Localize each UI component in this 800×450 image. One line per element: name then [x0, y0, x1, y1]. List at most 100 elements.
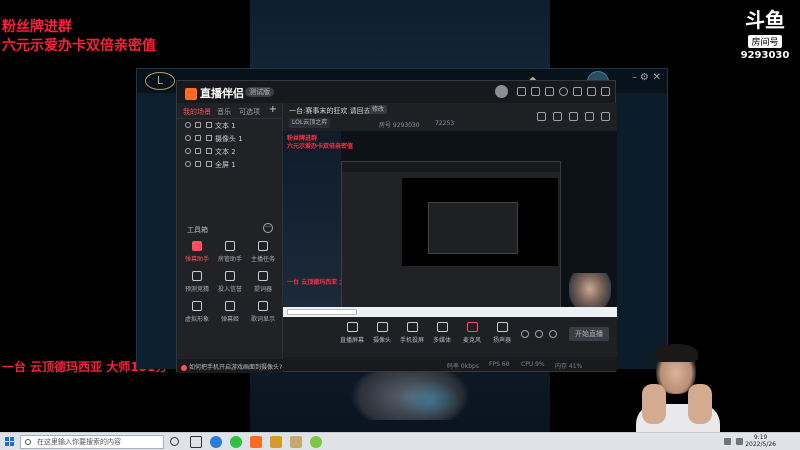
category-tag[interactable]: LOL云顶之弈: [289, 118, 331, 128]
widgets-icon[interactable]: [190, 436, 202, 448]
app-logo-icon: [185, 88, 197, 100]
tab-options[interactable]: 可选项: [239, 107, 260, 117]
source-name: 文本 2: [215, 148, 236, 156]
start-stream-button[interactable]: 开始直播: [569, 327, 609, 341]
lol-taskbar-icon[interactable]: [290, 436, 302, 448]
text-source-icon: [206, 148, 212, 154]
tool-danmu-assistant[interactable]: 弹幕助手: [181, 241, 213, 267]
webcam-hand-left: [642, 384, 666, 424]
edit-title-button[interactable]: 修改: [369, 105, 388, 114]
control-label: 麦克风: [462, 337, 481, 344]
edge-browser-icon[interactable]: [210, 436, 222, 448]
camera-icon: [376, 322, 388, 332]
windows-start-icon[interactable]: [5, 437, 15, 447]
wallpaper-glow: [400, 380, 460, 420]
more-tools-button[interactable]: ···: [263, 223, 273, 233]
screen-capture-button[interactable]: 直播屏幕: [337, 322, 367, 344]
network-icon[interactable]: [724, 438, 731, 445]
clock-date: 2022/5/26: [745, 441, 776, 448]
tool-room-manager[interactable]: 房管助手: [214, 241, 246, 267]
lol-logo[interactable]: L: [145, 72, 175, 90]
media-button[interactable]: 多媒体: [427, 322, 457, 344]
lyrics-icon: [258, 301, 268, 311]
eye-icon[interactable]: [185, 161, 191, 167]
tool-label: 主播任务: [250, 256, 275, 263]
source-item[interactable]: 摄像头 1: [177, 132, 282, 145]
shop-icon[interactable]: [537, 112, 546, 121]
lol-friends-panel: [617, 93, 667, 369]
eye-icon[interactable]: [185, 135, 191, 141]
gift-icon[interactable]: [531, 87, 540, 96]
mail-icon[interactable]: [553, 112, 562, 121]
tool-danmu-ji[interactable]: 弹幕姬: [214, 301, 246, 327]
share-icon[interactable]: [601, 112, 610, 121]
control-label: 手机投屏: [399, 337, 424, 344]
control-label: 直播屏幕: [339, 337, 364, 344]
stream-preview[interactable]: 粉丝牌进群 六元示爱办卡双倍亲密值 一台 云顶德玛西亚 大师151分: [283, 131, 617, 317]
fps-status: FPS 60: [489, 361, 510, 368]
tool-lyrics[interactable]: 歌词显示: [247, 301, 279, 327]
source-item[interactable]: 全屏 1: [177, 158, 282, 171]
minimize-icon[interactable]: –: [632, 72, 637, 83]
lock-icon[interactable]: [195, 161, 201, 167]
webcam-hand-right: [688, 384, 712, 424]
system-clock[interactable]: 9:19 2022/5/26: [745, 434, 776, 448]
add-scene-button[interactable]: +: [269, 104, 277, 115]
taskbar-search-box[interactable]: 在这里输入你要搜索的内容: [20, 435, 164, 449]
source-item[interactable]: 文本 2: [177, 145, 282, 158]
close-icon[interactable]: ✕: [653, 72, 661, 83]
user-icon: [225, 241, 235, 251]
source-name: 文本 1: [215, 122, 236, 130]
settings-icon[interactable]: ⚙: [640, 72, 649, 83]
clock-time: 9:19: [753, 434, 768, 441]
eye-icon[interactable]: [185, 122, 191, 128]
settings-icon[interactable]: [549, 330, 557, 338]
chat-icon[interactable]: [569, 112, 578, 121]
bell-icon[interactable]: [585, 112, 594, 121]
help-notice[interactable]: 如何把手机开启游戏画面到摄像头?: [177, 359, 283, 373]
record-icon[interactable]: [521, 330, 529, 338]
wechat-icon[interactable]: [230, 436, 242, 448]
lock-icon[interactable]: [195, 135, 201, 141]
lock-icon[interactable]: [195, 122, 201, 128]
danmu-ji-icon: [225, 301, 235, 311]
webcam-hair: [654, 344, 698, 362]
app-taskbar-icon[interactable]: [310, 436, 322, 448]
mail-icon[interactable]: [517, 87, 526, 96]
bell-icon[interactable]: [559, 87, 568, 96]
tool-prediction[interactable]: 预测竞猜: [181, 271, 213, 297]
tab-music[interactable]: 音乐: [217, 107, 231, 117]
source-item[interactable]: 文本 1: [177, 119, 282, 132]
tool-label: 房管助手: [217, 256, 242, 263]
eye-icon[interactable]: [185, 148, 191, 154]
microphone-icon: [466, 322, 478, 332]
volume-icon[interactable]: [736, 438, 743, 445]
preview-eye-icon[interactable]: [535, 330, 543, 338]
tool-prompter[interactable]: 提词器: [247, 271, 279, 297]
lock-icon[interactable]: [195, 148, 201, 154]
task-view-icon[interactable]: [170, 437, 179, 446]
tool-streamer-tasks[interactable]: 主播任务: [247, 241, 279, 267]
search-icon: [25, 439, 31, 445]
tab-my-scenes[interactable]: 我的场景: [183, 107, 211, 117]
microphone-button[interactable]: 麦克风: [457, 322, 487, 344]
close-icon[interactable]: [601, 87, 610, 96]
phone-cast-button[interactable]: 手机投屏: [397, 322, 427, 344]
menu-icon[interactable]: [573, 87, 582, 96]
speaker-button[interactable]: 扬声器: [487, 322, 517, 344]
obs-titlebar: 直播伴侣 测试版: [177, 81, 615, 103]
tool-avatar[interactable]: 虚拟形象: [181, 301, 213, 327]
tool-label: 歌词显示: [250, 316, 275, 323]
streaming-companion-icon[interactable]: [250, 436, 262, 448]
toolbox-title: 工具箱: [187, 226, 208, 234]
douyu-logo: 斗鱼: [745, 8, 785, 32]
tool-credit[interactable]: 投入信誉: [214, 271, 246, 297]
message-icon[interactable]: [545, 87, 554, 96]
preview-overlay-text: 粉丝牌进群: [287, 135, 318, 142]
danmu-icon: [192, 241, 202, 251]
garena-icon[interactable]: [270, 436, 282, 448]
text-source-icon: [206, 122, 212, 128]
camera-button[interactable]: 摄像头: [367, 322, 397, 344]
minimize-icon[interactable]: [587, 87, 596, 96]
user-avatar[interactable]: [495, 85, 508, 98]
